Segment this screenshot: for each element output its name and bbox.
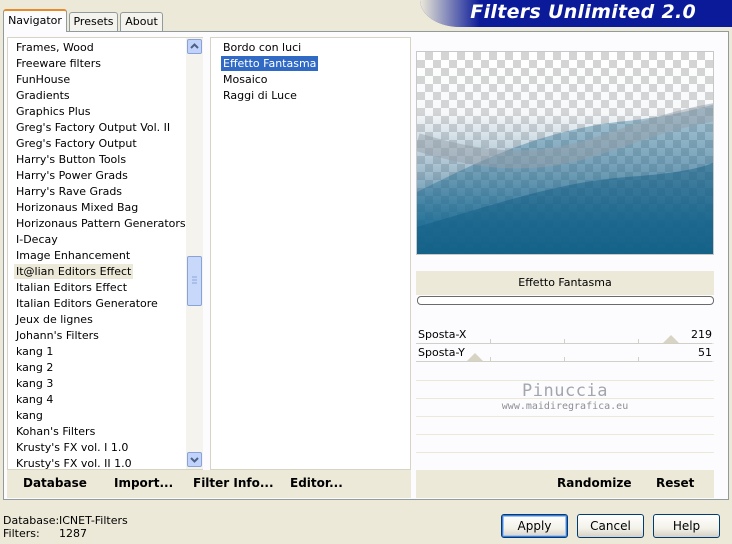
- filter-item[interactable]: Raggi di Luce: [221, 88, 299, 103]
- category-item[interactable]: Kohan's Filters: [14, 424, 97, 439]
- category-item[interactable]: Jeux de lignes: [14, 312, 95, 327]
- scroll-down-button[interactable]: [187, 452, 202, 467]
- category-item[interactable]: Image Enhancement: [14, 248, 132, 263]
- slider-tick: [490, 339, 491, 343]
- category-item[interactable]: Freeware filters: [14, 56, 103, 71]
- category-item[interactable]: Graphics Plus: [14, 104, 92, 119]
- category-item[interactable]: FunHouse: [14, 72, 72, 87]
- param-label: Sposta-Y: [418, 346, 465, 359]
- param-row-sposta-y[interactable]: Sposta-Y 51: [416, 344, 714, 362]
- slider-tick: [564, 357, 565, 361]
- category-item[interactable]: Italian Editors Generatore: [14, 296, 160, 311]
- category-item[interactable]: Horizonaus Mixed Bag: [14, 200, 140, 215]
- category-item[interactable]: Harry's Button Tools: [14, 152, 128, 167]
- param-value: 51: [698, 346, 712, 359]
- slider-thumb[interactable]: [467, 353, 484, 361]
- category-item[interactable]: Greg's Factory Output Vol. II: [14, 120, 172, 135]
- grip-icon: [192, 276, 197, 284]
- slider-tick: [564, 339, 565, 343]
- category-item[interactable]: kang 1: [14, 344, 55, 359]
- banner-title: Filters Unlimited 2.0: [470, 1, 696, 23]
- database-button[interactable]: Database: [23, 476, 87, 490]
- scroll-thumb[interactable]: [187, 256, 202, 306]
- category-item[interactable]: It@lian Editors Effect: [14, 264, 134, 279]
- filter-item[interactable]: Mosaico: [221, 72, 270, 87]
- param-label: Sposta-X: [418, 328, 467, 341]
- category-item[interactable]: Greg's Factory Output: [14, 136, 139, 151]
- editor-button[interactable]: Editor...: [290, 476, 343, 490]
- category-item[interactable]: Gradients: [14, 88, 72, 103]
- param-row-empty: [416, 434, 714, 435]
- tab-navigator[interactable]: Navigator: [3, 9, 67, 32]
- preview-waves: [417, 103, 713, 254]
- filters-count: 1287: [59, 527, 87, 540]
- category-scrollbar[interactable]: [186, 38, 203, 469]
- slider-track: [416, 357, 712, 362]
- scroll-up-button[interactable]: [187, 39, 202, 54]
- cancel-button[interactable]: Cancel: [577, 514, 644, 538]
- watermark-url: www.maidiregrafica.eu: [501, 401, 629, 412]
- progress-bar: [417, 296, 714, 305]
- chevron-down-icon: [190, 457, 199, 463]
- database-label: Database:: [3, 514, 60, 527]
- category-item[interactable]: kang 3: [14, 376, 55, 391]
- category-item[interactable]: Krusty's FX vol. I 1.0: [14, 440, 130, 455]
- slider-tick: [490, 357, 491, 361]
- category-item[interactable]: Krusty's FX vol. II 1.0: [14, 456, 134, 469]
- param-row-empty: [416, 416, 714, 417]
- title-banner: Filters Unlimited 2.0: [420, 0, 732, 27]
- category-item[interactable]: Horizonaus Pattern Generators: [14, 216, 188, 231]
- category-item[interactable]: Harry's Power Grads: [14, 168, 130, 183]
- category-list[interactable]: Frames, Wood Freeware filters FunHouse Grad…: [7, 37, 203, 470]
- category-item[interactable]: Johann's Filters: [14, 328, 101, 343]
- tab-presets[interactable]: Presets: [69, 12, 118, 31]
- category-item[interactable]: Frames, Wood: [14, 40, 96, 55]
- category-item[interactable]: kang 4: [14, 392, 55, 407]
- preview-image: [416, 51, 714, 255]
- filter-item[interactable]: Effetto Fantasma: [221, 56, 319, 71]
- slider-tick: [638, 339, 639, 343]
- watermark-name: Pinuccia: [522, 381, 608, 401]
- filter-list[interactable]: Bordo con luci Effetto Fantasma Mosaico Rag…: [210, 37, 411, 470]
- category-item[interactable]: Harry's Rave Grads: [14, 184, 124, 199]
- filter-name-label: Effetto Fantasma: [416, 271, 714, 295]
- help-button[interactable]: Help: [653, 514, 720, 538]
- reset-button[interactable]: Reset: [656, 476, 694, 490]
- chevron-up-icon: [190, 43, 199, 49]
- filters-label: Filters:: [3, 527, 40, 540]
- param-row-empty: [416, 452, 714, 453]
- filter-info-button[interactable]: Filter Info...: [193, 476, 274, 490]
- param-value: 219: [691, 328, 712, 341]
- tab-about[interactable]: About: [120, 12, 163, 31]
- category-item[interactable]: kang: [14, 408, 45, 423]
- apply-button[interactable]: Apply: [501, 514, 568, 538]
- category-item[interactable]: kang 2: [14, 360, 55, 375]
- slider-thumb[interactable]: [662, 335, 679, 343]
- filter-item[interactable]: Bordo con luci: [221, 40, 303, 55]
- slider-tick: [638, 357, 639, 361]
- import-button[interactable]: Import...: [114, 476, 173, 490]
- param-row-sposta-x[interactable]: Sposta-X 219: [416, 326, 714, 344]
- randomize-button[interactable]: Randomize: [557, 476, 631, 490]
- category-item[interactable]: I-Decay: [14, 232, 60, 247]
- category-item[interactable]: Italian Editors Effect: [14, 280, 129, 295]
- database-value: ICNET-Filters: [59, 514, 128, 527]
